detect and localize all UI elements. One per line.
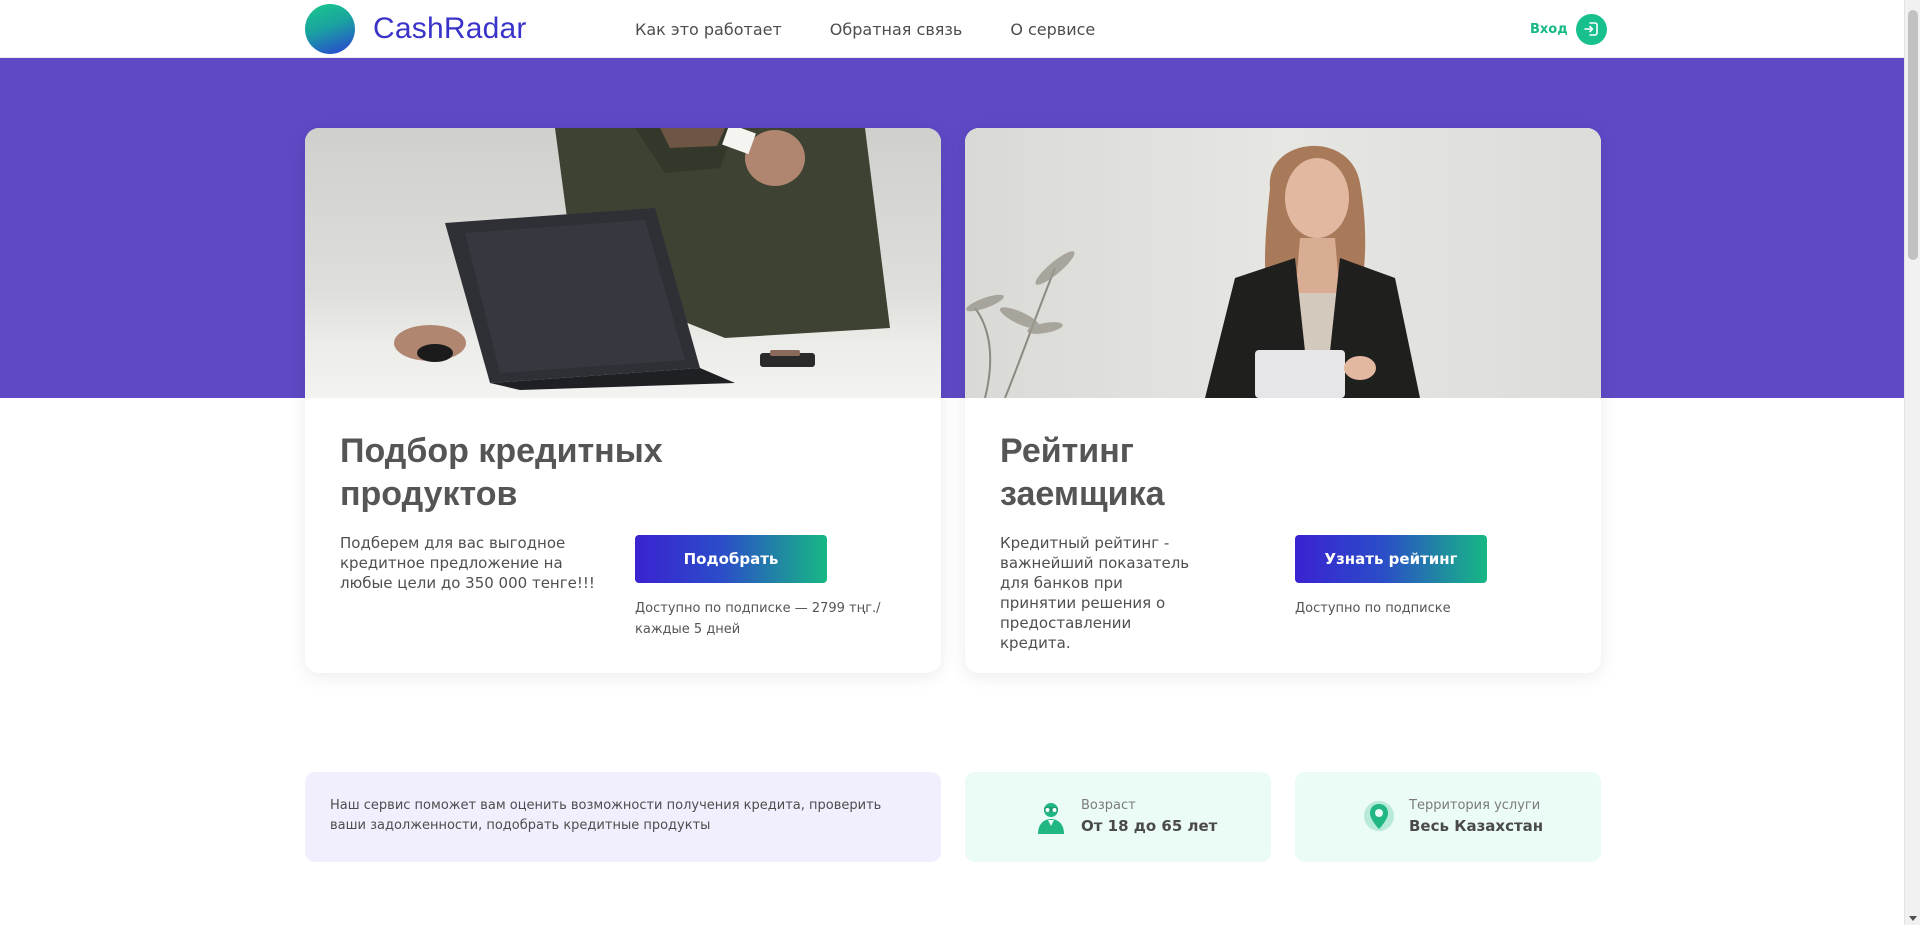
main-nav: Как это работает Обратная связь О сервис…	[635, 0, 1143, 58]
territory-label: Территория услуги	[1409, 798, 1541, 813]
service-info-text: Наш сервис поможет вам оценить возможнос…	[330, 798, 882, 833]
nav-feedback[interactable]: Обратная связь	[830, 20, 963, 39]
select-products-button[interactable]: Подобрать	[635, 535, 827, 583]
service-info-block: Наш сервис поможет вам оценить возможнос…	[305, 772, 941, 862]
site-header: CashRadar Как это работает Обратная связ…	[0, 0, 1904, 58]
age-info-block: Возраст От 18 до 65 лет	[965, 772, 1271, 862]
subscription-note: Доступно по подписке	[1295, 601, 1451, 616]
woman-with-laptop-photo	[965, 128, 1601, 398]
age-label: Возраст	[1081, 798, 1136, 813]
territory-value: Весь Казахстан	[1409, 817, 1544, 835]
man-with-laptop-photo	[305, 128, 941, 398]
age-info-text: Возраст От 18 до 65 лет	[1081, 797, 1217, 837]
logo[interactable]: CashRadar	[305, 4, 527, 54]
subscription-note: Доступно по подписке — 2799 тңг./ каждые…	[635, 601, 881, 637]
card-title: Подбор кредитных продуктов	[340, 432, 663, 513]
get-rating-button[interactable]: Узнать рейтинг	[1295, 535, 1487, 583]
login-icon	[1575, 13, 1607, 45]
chevron-down-icon[interactable]	[1909, 916, 1917, 921]
nav-how-it-works[interactable]: Как это работает	[635, 20, 782, 39]
credit-products-card: Подбор кредитных продуктов Подберем для …	[305, 128, 941, 673]
user-icon	[1038, 803, 1064, 834]
card-description: Кредитный рейтинг - важнейший показатель…	[1000, 534, 1190, 652]
card-description: Подберем для вас выгодное кредитное пред…	[340, 534, 595, 592]
borrower-rating-card: Рейтинг заемщика Кредитный рейтинг - важ…	[965, 128, 1601, 673]
page-scrollbar[interactable]	[1904, 0, 1920, 925]
card-title: Рейтинг заемщика	[1000, 432, 1165, 513]
logo-mark-icon	[305, 4, 355, 54]
location-pin-icon	[1364, 801, 1394, 831]
hero-background	[0, 58, 1904, 398]
territory-info-text: Территория услуги Весь Казахстан	[1409, 797, 1543, 837]
nav-about[interactable]: О сервисе	[1010, 20, 1095, 39]
age-value: От 18 до 65 лет	[1081, 817, 1218, 835]
scrollbar-thumb[interactable]	[1908, 10, 1918, 260]
territory-info-block: Территория услуги Весь Казахстан	[1295, 772, 1601, 862]
logo-text: CashRadar	[373, 12, 527, 45]
login-button[interactable]: Вход	[1530, 13, 1607, 45]
login-label: Вход	[1530, 21, 1568, 37]
